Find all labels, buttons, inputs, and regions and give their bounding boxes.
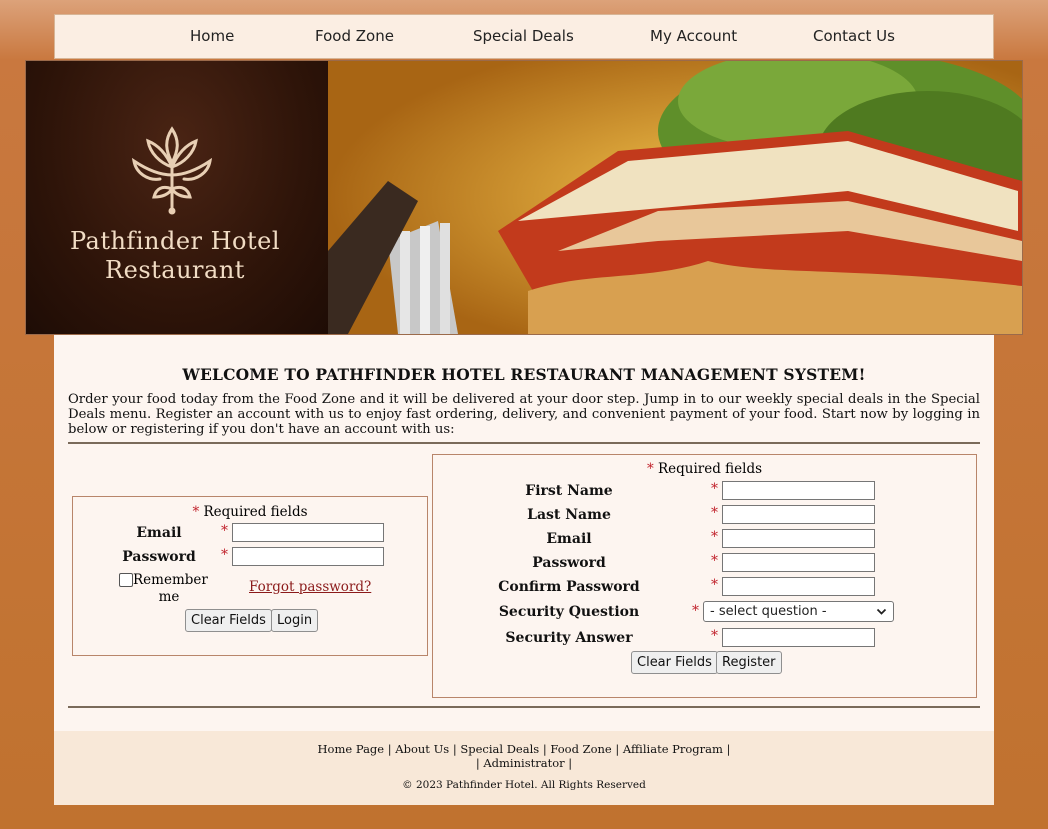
register-button[interactable]: Register [716, 651, 782, 674]
required-star: * [711, 505, 718, 521]
security-question-value: - select question - [710, 604, 827, 619]
last-name-input[interactable] [722, 505, 875, 524]
first-name-label: First Name [525, 483, 613, 499]
footer-link-home[interactable]: Home Page [318, 742, 385, 756]
nav-special-deals[interactable]: Special Deals [473, 27, 574, 45]
login-form: * Required fields Email * Password * Rem… [72, 496, 428, 656]
register-password-input[interactable] [722, 553, 875, 572]
footer-separator: | [475, 756, 480, 770]
required-text: Required fields [657, 461, 763, 477]
brand-panel: Pathfinder Hotel Restaurant [26, 61, 328, 334]
footer-separator: | [615, 742, 620, 756]
footer-link-administrator[interactable]: Administrator [483, 756, 564, 770]
copyright: © 2023 Pathfinder Hotel. All Rights Rese… [402, 779, 646, 791]
required-star: * [221, 547, 228, 563]
last-name-label: Last Name [527, 507, 611, 523]
hero-food-image [328, 61, 1022, 334]
nav-contact-us[interactable]: Contact Us [813, 27, 895, 45]
register-email-input[interactable] [722, 529, 875, 548]
brand-title-line1: Pathfinder Hotel [69, 227, 281, 255]
register-email-label: Email [546, 531, 592, 547]
site-header: Pathfinder Hotel Restaurant [25, 60, 1023, 335]
main-content: WELCOME TO PATHFINDER HOTEL RESTAURANT M… [54, 335, 994, 731]
footer-link-about[interactable]: About Us [395, 742, 449, 756]
login-password-input[interactable] [232, 547, 384, 566]
required-star: * [711, 628, 718, 644]
login-email-input[interactable] [232, 523, 384, 542]
remember-me-checkbox[interactable] [119, 573, 133, 587]
required-star: * [711, 481, 718, 497]
site-footer: Home Page | About Us | Special Deals | F… [54, 731, 994, 805]
welcome-intro: Order your food today from the Food Zone… [68, 392, 980, 437]
security-question-label: Security Question [498, 604, 640, 620]
nav-home[interactable]: Home [190, 27, 234, 45]
register-form: * Required fields First Name * Last Name… [432, 454, 977, 698]
welcome-heading: WELCOME TO PATHFINDER HOTEL RESTAURANT M… [182, 365, 866, 384]
confirm-password-label: Confirm Password [498, 579, 640, 595]
nav-food-zone[interactable]: Food Zone [315, 27, 394, 45]
login-password-label: Password [122, 549, 196, 565]
nav-my-account[interactable]: My Account [650, 27, 737, 45]
footer-links: Home Page | About Us | Special Deals | F… [54, 742, 994, 770]
first-name-input[interactable] [722, 481, 875, 500]
footer-separator: | [568, 756, 573, 770]
login-clear-button[interactable]: Clear Fields [185, 609, 272, 632]
register-required-note: * Required fields [433, 461, 976, 477]
divider-top [68, 442, 980, 444]
brand-title: Pathfinder Hotel Restaurant [26, 227, 324, 285]
top-nav: Home Food Zone Special Deals My Account … [54, 14, 994, 59]
footer-link-food-zone[interactable]: Food Zone [550, 742, 611, 756]
footer-separator: | [387, 742, 392, 756]
required-star: * [646, 461, 654, 477]
required-star: * [711, 577, 718, 593]
brand-title-line2: Restaurant [105, 256, 245, 284]
chevron-down-icon [876, 608, 887, 615]
register-password-label: Password [532, 555, 606, 571]
footer-link-affiliate[interactable]: Affiliate Program [623, 742, 723, 756]
required-star: * [221, 523, 228, 539]
required-text: Required fields [203, 504, 308, 520]
required-star: * [692, 603, 699, 619]
footer-separator: | [542, 742, 547, 756]
remember-me-label: Remember me [133, 572, 208, 605]
required-star: * [711, 529, 718, 545]
register-clear-button[interactable]: Clear Fields [631, 651, 718, 674]
confirm-password-input[interactable] [722, 577, 875, 596]
divider-bottom [68, 706, 980, 708]
lasagna-photo [328, 61, 1022, 334]
lily-flower-icon [131, 126, 213, 215]
required-star: * [711, 553, 718, 569]
login-email-label: Email [136, 525, 182, 541]
required-star: * [192, 504, 200, 520]
security-answer-label: Security Answer [505, 630, 633, 646]
forgot-password-link[interactable]: Forgot password? [249, 579, 371, 595]
footer-link-special-deals[interactable]: Special Deals [460, 742, 539, 756]
login-button[interactable]: Login [271, 609, 319, 632]
login-required-note: * Required fields [73, 504, 427, 520]
security-answer-input[interactable] [722, 628, 875, 647]
footer-separator: | [726, 742, 731, 756]
security-question-select[interactable]: - select question - [703, 601, 894, 622]
footer-separator: | [452, 742, 457, 756]
